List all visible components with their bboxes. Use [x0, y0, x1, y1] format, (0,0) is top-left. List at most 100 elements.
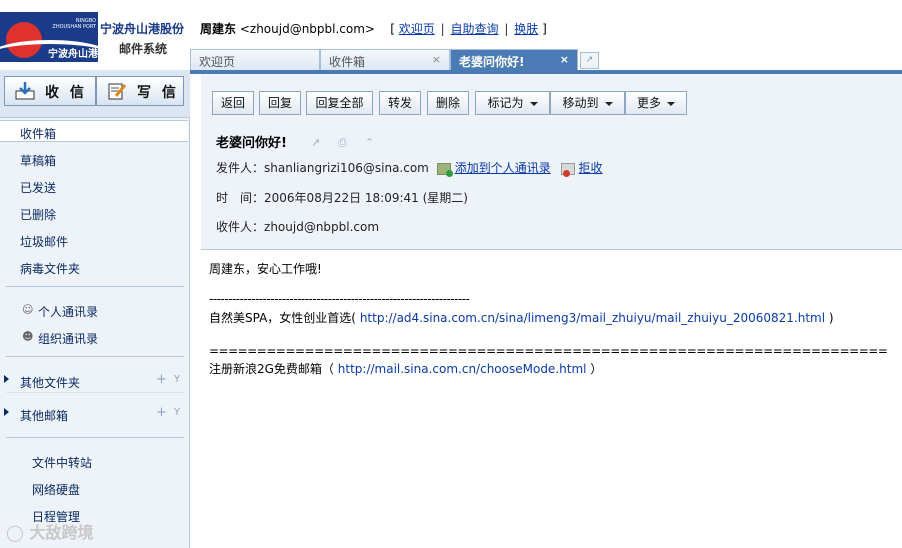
mail-toolbar: 返回 回复 回复全部 转发 删除 标记为 移动到 更多 [201, 74, 902, 122]
compose-button[interactable]: 写 信 [96, 76, 184, 106]
tab-label: 老婆问你好! [459, 55, 525, 69]
sidebar-divider [6, 437, 184, 438]
tab-welcome[interactable]: 欢迎页 [190, 49, 320, 70]
body-eq-rule: ========================================… [209, 344, 888, 358]
from-value: shanliangrizi106@sina.com [264, 161, 429, 175]
person-icon: ☺ [22, 303, 34, 316]
to-row: 收件人：zhoujd@nbpbl.com [216, 218, 379, 235]
compose-label: 写 信 [137, 85, 179, 101]
user-email: <zhoujd@nbpbl.com> [239, 22, 375, 36]
receive-button[interactable]: 收 信 [4, 76, 96, 106]
tab-inbox[interactable]: 收件箱 × [320, 49, 450, 70]
sidebar-divider [6, 286, 184, 287]
from-label: 发件人： [216, 161, 265, 175]
dropdown-label: 更多 [636, 96, 661, 110]
sidebar-item-deleted[interactable]: 已删除 [0, 202, 188, 224]
sidebar-item-junk[interactable]: 垃圾邮件 [0, 229, 188, 251]
back-button[interactable]: 返回 [212, 91, 254, 115]
organization-name: 宁波舟山港股份 [100, 22, 185, 36]
delete-button[interactable]: 删除 [427, 91, 469, 115]
body-ad-line-2: 注册新浪2G免费邮箱（ http://mail.sina.com.cn/choo… [209, 360, 602, 377]
sidebar-item-file-transfer[interactable]: 文件中转站 [32, 454, 92, 471]
move-to-dropdown[interactable]: 移动到 [550, 91, 625, 115]
dropdown-label: 移动到 [562, 96, 599, 110]
filter-icon[interactable]: Y [174, 374, 180, 385]
other-folders-label: 其他文件夹 [20, 376, 81, 390]
mark-as-dropdown[interactable]: 标记为 [475, 91, 550, 115]
sidebar-item-other-mailboxes[interactable]: 其他邮箱 + Y [0, 403, 188, 425]
sidebar-item-org-contacts[interactable]: ☻ 组织通讯录 [0, 326, 188, 348]
ad-text: 注册新浪2G免费邮箱（ [209, 362, 334, 376]
open-new-window-icon[interactable]: ↗ [311, 136, 323, 149]
body-ad-line-1: 自然美SPA，女性创业首选( http://ad4.sina.com.cn/si… [209, 309, 834, 326]
receive-label: 收 信 [45, 85, 87, 101]
sidebar-item-other-folders[interactable]: 其他文件夹 + Y [0, 370, 188, 392]
sidebar-item-inbox[interactable]: 收件箱 [0, 120, 188, 142]
tab-label: 收件箱 [329, 55, 366, 69]
body-dash-rule: ----------------------------------------… [209, 292, 470, 306]
logo-chinese-text: 宁波舟山港 [48, 49, 98, 60]
ad-link-2[interactable]: http://mail.sina.com.cn/chooseMode.html [338, 362, 587, 376]
welcome-link[interactable]: 欢迎页 [399, 22, 435, 36]
tab-current-mail[interactable]: 老婆问你好! × [450, 49, 578, 71]
expand-arrow-icon[interactable] [4, 408, 9, 416]
reject-link[interactable]: 拒收 [579, 161, 603, 175]
receive-icon [15, 82, 35, 100]
contacts-label: 组织通讯录 [38, 332, 99, 346]
company-logo: NINGBO ZHOUSHAN PORT 宁波舟山港 [0, 12, 98, 62]
sidebar-item-personal-contacts[interactable]: ☺ 个人通讯录 [0, 299, 188, 321]
user-info-bar: 周建东 <zhoujd@nbpbl.com> [ 欢迎页 | 自助查询 | 换肤… [200, 20, 547, 37]
sidebar-divider [6, 356, 184, 357]
contacts-label: 个人通讯录 [38, 305, 99, 319]
new-tab-icon[interactable]: ↗ [580, 52, 599, 69]
collapse-icon[interactable]: ⌃ [365, 136, 377, 149]
bracket-open: [ [390, 22, 395, 36]
add-mailbox-icon[interactable]: + [156, 405, 167, 420]
sidebar-actions: 收 信 写 信 [0, 70, 190, 118]
compose-icon [108, 83, 127, 100]
separator: | [440, 22, 445, 36]
system-name: 邮件系统 [119, 42, 168, 56]
change-skin-link[interactable]: 换肤 [514, 22, 538, 36]
reject-icon[interactable] [560, 162, 575, 177]
time-label: 时 间： [216, 191, 265, 205]
chevron-down-icon [667, 101, 675, 106]
sidebar-item-net-disk[interactable]: 网络硬盘 [32, 481, 80, 498]
sidebar-item-virus[interactable]: 病毒文件夹 [0, 256, 188, 278]
add-folder-icon[interactable]: + [156, 372, 167, 387]
user-name: 周建东 [200, 22, 237, 36]
chevron-down-icon [604, 101, 613, 106]
body-greeting: 周建东，安心工作哦! [209, 262, 322, 276]
other-mailboxes-label: 其他邮箱 [20, 409, 69, 423]
separator: | [504, 22, 509, 36]
ad-close: ) [828, 311, 834, 325]
tab-bar: 欢迎页 收件箱 × 老婆问你好! × ↗ [190, 49, 902, 71]
ad-link-1[interactable]: http://ad4.sina.com.cn/sina/limeng3/mail… [360, 311, 825, 325]
expand-arrow-icon[interactable] [4, 375, 9, 383]
group-icon: ☻ [22, 330, 34, 343]
print-icon[interactable]: ⎙ [338, 136, 350, 149]
add-contact-link[interactable]: 添加到个人通讯录 [455, 161, 551, 175]
tab-label: 欢迎页 [199, 55, 236, 69]
mail-subject: 老婆问你好! [216, 136, 287, 151]
watermark-logo-icon: ◯ [6, 523, 24, 542]
close-icon[interactable]: × [432, 53, 441, 66]
time-row: 时 间：2006年08月22日 18:09:41 (星期二) [216, 189, 468, 206]
to-value: zhoujd@nbpbl.com [264, 220, 380, 234]
filter-icon[interactable]: Y [174, 407, 180, 418]
close-icon[interactable]: × [560, 53, 569, 66]
dropdown-label: 标记为 [487, 96, 524, 110]
add-contact-icon[interactable] [436, 162, 453, 177]
more-dropdown[interactable]: 更多 [625, 91, 687, 115]
sidebar-divider [6, 392, 184, 393]
bracket-close: ] [542, 22, 547, 36]
to-label: 收件人： [216, 220, 265, 234]
forward-button[interactable]: 转发 [379, 91, 421, 115]
ad-close: ） [590, 362, 603, 376]
sidebar-item-drafts[interactable]: 草稿箱 [0, 148, 188, 170]
reply-button[interactable]: 回复 [259, 91, 301, 115]
self-service-link[interactable]: 自助查询 [451, 22, 499, 36]
sidebar-item-sent[interactable]: 已发送 [0, 175, 188, 197]
reply-all-button[interactable]: 回复全部 [306, 91, 373, 115]
time-value: 2006年08月22日 18:09:41 (星期二) [264, 191, 468, 205]
